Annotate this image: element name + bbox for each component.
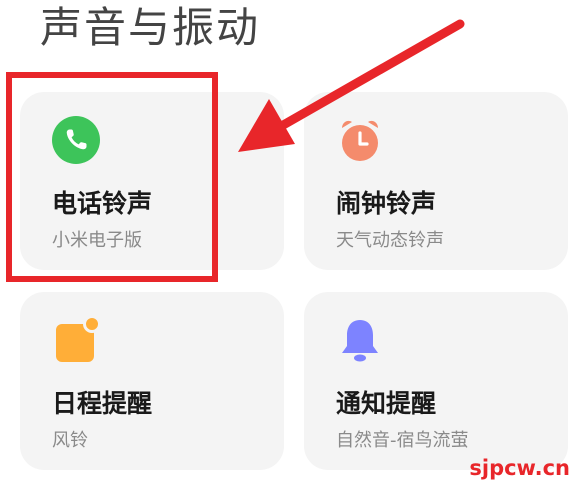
sound-vibration-page: 声音与振动 电话铃声 小米电子版 闹钟铃声 天气动态铃声 日程提醒 风铃 通知提… (0, 0, 588, 500)
alarm-ringtone-card[interactable]: 闹钟铃声 天气动态铃声 (304, 92, 568, 270)
alarm-ringtone-value: 天气动态铃声 (336, 230, 444, 251)
notification-reminder-title: 通知提醒 (336, 389, 437, 418)
ringtone-value: 小米电子版 (52, 230, 142, 251)
calendar-reminder-value: 风铃 (52, 430, 88, 451)
page-title: 声音与振动 (40, 3, 261, 52)
ringtone-card[interactable]: 电话铃声 小米电子版 (20, 92, 284, 270)
alarm-clock-icon (342, 120, 378, 161)
calendar-reminder-icon (56, 316, 100, 362)
notification-reminder-card[interactable]: 通知提醒 自然音-宿鸟流萤 (304, 292, 568, 470)
watermark: sjpcw.cn (469, 456, 570, 480)
bell-icon (342, 320, 378, 362)
alarm-ringtone-title: 闹钟铃声 (336, 189, 437, 218)
notification-reminder-value: 自然音-宿鸟流萤 (336, 430, 469, 451)
phone-icon (52, 116, 100, 164)
calendar-reminder-card[interactable]: 日程提醒 风铃 (20, 292, 284, 470)
calendar-reminder-title: 日程提醒 (52, 389, 153, 418)
ringtone-title: 电话铃声 (52, 189, 153, 218)
